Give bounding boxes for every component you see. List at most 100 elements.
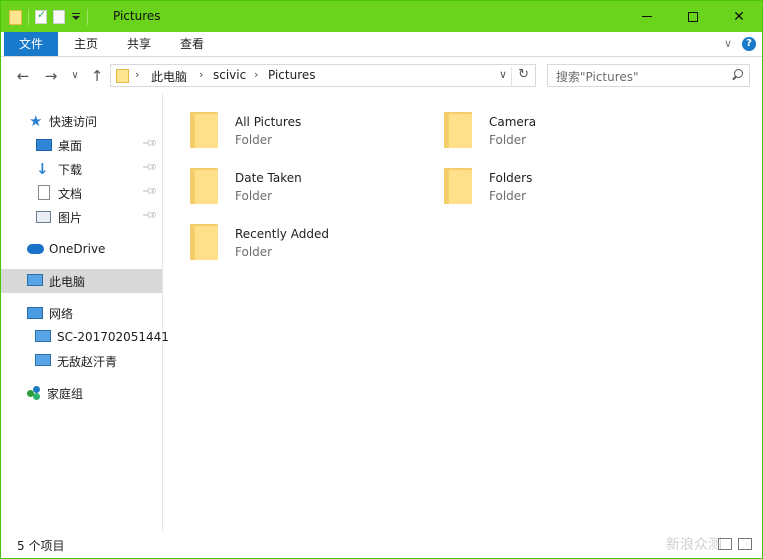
- folder-name: Folders: [489, 171, 533, 185]
- item-count: 5 个项目: [17, 539, 65, 553]
- nav-item-pictures[interactable]: 图片 📌︎: [1, 205, 162, 229]
- folder-item[interactable]: Recently Added Folder: [164, 214, 414, 266]
- expand-ribbon-icon[interactable]: ∨: [724, 37, 732, 50]
- toolbar-divider: [28, 9, 29, 25]
- nav-network-computer[interactable]: 无敌赵汗青: [1, 349, 162, 373]
- pin-icon[interactable]: 📌︎: [141, 183, 158, 200]
- nav-item-documents[interactable]: 文档 📌︎: [1, 181, 162, 205]
- network-icon: [27, 305, 43, 321]
- folder-icon[interactable]: [9, 9, 22, 25]
- status-bar: 5 个项目 新浪众测: [1, 532, 762, 558]
- large-icons-view-icon[interactable]: [738, 538, 752, 550]
- nav-onedrive[interactable]: OneDrive: [1, 237, 162, 261]
- nav-label: 文档: [58, 186, 83, 201]
- breadcrumb-separator[interactable]: ›: [135, 68, 139, 81]
- view-switcher: [718, 538, 752, 550]
- navigation-pane: ★ 快速访问 桌面 📌︎ ↓ 下载 📌︎ 文档 📌︎ 图片 📌︎ OneDriv…: [1, 94, 169, 531]
- explorer-window: Pictures ✕ 文件 主页 共享 查看 ∨ ? ← → ∨ ↑ › 此电脑…: [0, 0, 763, 559]
- cloud-icon: [27, 241, 44, 257]
- folder-name: Camera: [489, 115, 537, 129]
- maximize-icon: [688, 11, 698, 22]
- breadcrumb-pictures[interactable]: Pictures: [268, 68, 316, 82]
- nav-label: 下载: [58, 162, 83, 177]
- folder-content: All Pictures Folder Camera Folder Date T…: [164, 94, 762, 531]
- download-icon: ↓: [36, 160, 49, 178]
- tab-view[interactable]: 查看: [168, 32, 216, 56]
- folder-icon: [190, 112, 218, 148]
- folder-item[interactable]: Date Taken Folder: [164, 158, 414, 210]
- folder-name: Date Taken: [235, 171, 302, 185]
- computer-icon: [35, 353, 51, 369]
- nav-label: 桌面: [58, 138, 83, 153]
- nav-quick-access[interactable]: ★ 快速访问: [1, 109, 162, 133]
- nav-item-downloads[interactable]: ↓ 下载 📌︎: [1, 157, 162, 181]
- pin-icon[interactable]: 📌︎: [141, 159, 158, 176]
- desktop-icon: [36, 137, 52, 153]
- nav-label: 此电脑: [49, 274, 86, 289]
- tab-home[interactable]: 主页: [62, 32, 110, 56]
- nav-network[interactable]: 网络: [1, 301, 162, 325]
- properties-icon[interactable]: [35, 8, 47, 24]
- documents-icon: [36, 185, 52, 201]
- folder-item[interactable]: All Pictures Folder: [164, 102, 414, 154]
- nav-homegroup[interactable]: 家庭组: [1, 381, 162, 405]
- tab-share[interactable]: 共享: [115, 32, 163, 56]
- nav-label: OneDrive: [49, 242, 106, 256]
- up-button[interactable]: ↑: [87, 66, 107, 86]
- search-icon[interactable]: [731, 69, 743, 81]
- recent-locations-button[interactable]: ∨: [65, 66, 85, 86]
- address-dropdown-icon[interactable]: ∨: [499, 68, 507, 81]
- close-icon: ✕: [733, 8, 745, 25]
- close-button[interactable]: ✕: [716, 1, 762, 32]
- customize-toolbar-icon[interactable]: [71, 12, 81, 22]
- help-icon[interactable]: ?: [742, 37, 756, 51]
- search-input[interactable]: 搜索"Pictures": [547, 64, 750, 87]
- nav-network-computer[interactable]: SC-201702051441: [1, 325, 169, 349]
- nav-item-desktop[interactable]: 桌面 📌︎: [1, 133, 162, 157]
- breadcrumb-this-pc[interactable]: 此电脑: [151, 68, 187, 85]
- details-view-icon[interactable]: [718, 538, 732, 550]
- pin-icon[interactable]: 📌︎: [141, 135, 158, 152]
- folder-type: Folder: [235, 245, 273, 259]
- nav-label: 无敌赵汗青: [57, 354, 118, 369]
- computer-icon: [35, 329, 51, 345]
- nav-label: 快速访问: [49, 114, 98, 129]
- toolbar-divider: [87, 9, 88, 25]
- folder-name: Recently Added: [235, 227, 329, 241]
- folder-icon: [444, 168, 472, 204]
- address-row: ← → ∨ ↑ › 此电脑 › scivic › Pictures ∨ ↻ 搜索…: [1, 58, 762, 93]
- breadcrumb-separator[interactable]: ›: [199, 68, 203, 81]
- tab-file[interactable]: 文件: [4, 32, 58, 56]
- nav-this-pc[interactable]: 此电脑: [1, 269, 162, 293]
- folder-type: Folder: [489, 133, 527, 147]
- homegroup-icon: [27, 386, 41, 400]
- folder-type: Folder: [489, 189, 527, 203]
- maximize-button[interactable]: [670, 1, 716, 32]
- back-button[interactable]: ←: [13, 66, 33, 86]
- folder-item[interactable]: Folders Folder: [418, 158, 668, 210]
- pin-icon[interactable]: 📌︎: [141, 207, 158, 224]
- title-bar: Pictures ✕: [1, 1, 762, 32]
- folder-icon: [190, 168, 218, 204]
- folder-icon: [444, 112, 472, 148]
- pictures-icon: [36, 209, 52, 225]
- search-placeholder: 搜索"Pictures": [556, 70, 639, 84]
- nav-label: 图片: [58, 210, 83, 225]
- nav-label: 家庭组: [47, 386, 84, 401]
- breadcrumb-scivic[interactable]: scivic: [213, 68, 246, 82]
- minimize-button[interactable]: [624, 1, 670, 32]
- minimize-icon: [642, 16, 652, 17]
- forward-button[interactable]: →: [41, 66, 61, 86]
- folder-type: Folder: [235, 189, 273, 203]
- ribbon-tabs: 文件 主页 共享 查看 ∨ ?: [1, 32, 762, 57]
- folder-item[interactable]: Camera Folder: [418, 102, 668, 154]
- folder-type: Folder: [235, 133, 273, 147]
- new-folder-icon[interactable]: [53, 10, 65, 24]
- address-bar[interactable]: › 此电脑 › scivic › Pictures ∨ ↻: [110, 64, 536, 87]
- quick-access-toolbar: [9, 7, 88, 27]
- refresh-icon[interactable]: ↻: [511, 67, 529, 86]
- breadcrumb-separator[interactable]: ›: [254, 68, 258, 81]
- folder-name: All Pictures: [235, 115, 302, 129]
- computer-icon: [27, 273, 43, 289]
- watermark: 新浪众测: [666, 537, 722, 553]
